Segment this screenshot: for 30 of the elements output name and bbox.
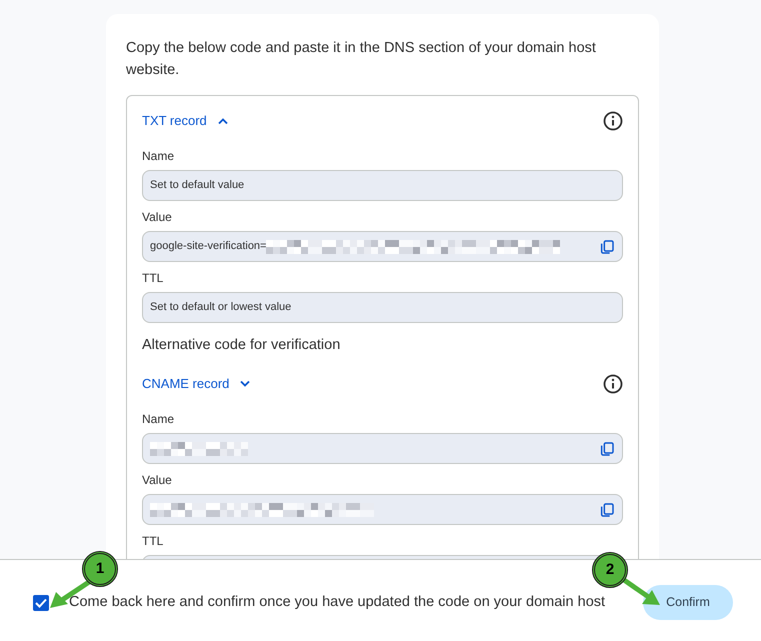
arrow-icon — [622, 578, 662, 608]
copy-icon[interactable] — [599, 502, 615, 518]
field-label: TTL — [142, 271, 164, 285]
chevron-down-icon — [239, 380, 252, 388]
instructions-text: Copy the below code and paste it in the DNS section of your domain host website. — [126, 39, 597, 80]
chevron-up-icon — [216, 117, 229, 125]
section-heading: Alternative code for verification — [142, 336, 340, 356]
field-label: Name — [142, 149, 174, 163]
field-label: Value — [142, 210, 172, 224]
input-field[interactable] — [142, 494, 623, 525]
copy-icon[interactable] — [599, 238, 615, 254]
info-icon[interactable] — [603, 374, 623, 394]
input-field[interactable] — [142, 433, 623, 464]
input-field[interactable]: google-site-verification= — [142, 231, 623, 262]
record-toggle[interactable]: CNAME record — [142, 374, 252, 394]
field-value: Set to default value — [150, 178, 244, 194]
info-icon[interactable] — [603, 111, 623, 131]
copy-icon[interactable] — [599, 440, 615, 456]
field-value: Set to default or lowest value — [150, 300, 292, 316]
input-field[interactable]: Set to default value — [142, 170, 623, 201]
checkbox[interactable] — [33, 594, 49, 610]
confirm-label: Come back here and confirm once you have updated the code on your domain host — [69, 592, 606, 612]
check-icon — [35, 598, 47, 608]
record-toggle[interactable]: TXT record — [142, 111, 229, 131]
field-label: Name — [142, 412, 174, 426]
field-label: Value — [142, 473, 172, 487]
input-field[interactable]: Set to default or lowest value — [142, 292, 623, 323]
field-value: google-site-verification= — [150, 239, 266, 254]
field-label: TTL — [142, 534, 164, 548]
confirm-button[interactable]: Confirm — [643, 585, 733, 620]
